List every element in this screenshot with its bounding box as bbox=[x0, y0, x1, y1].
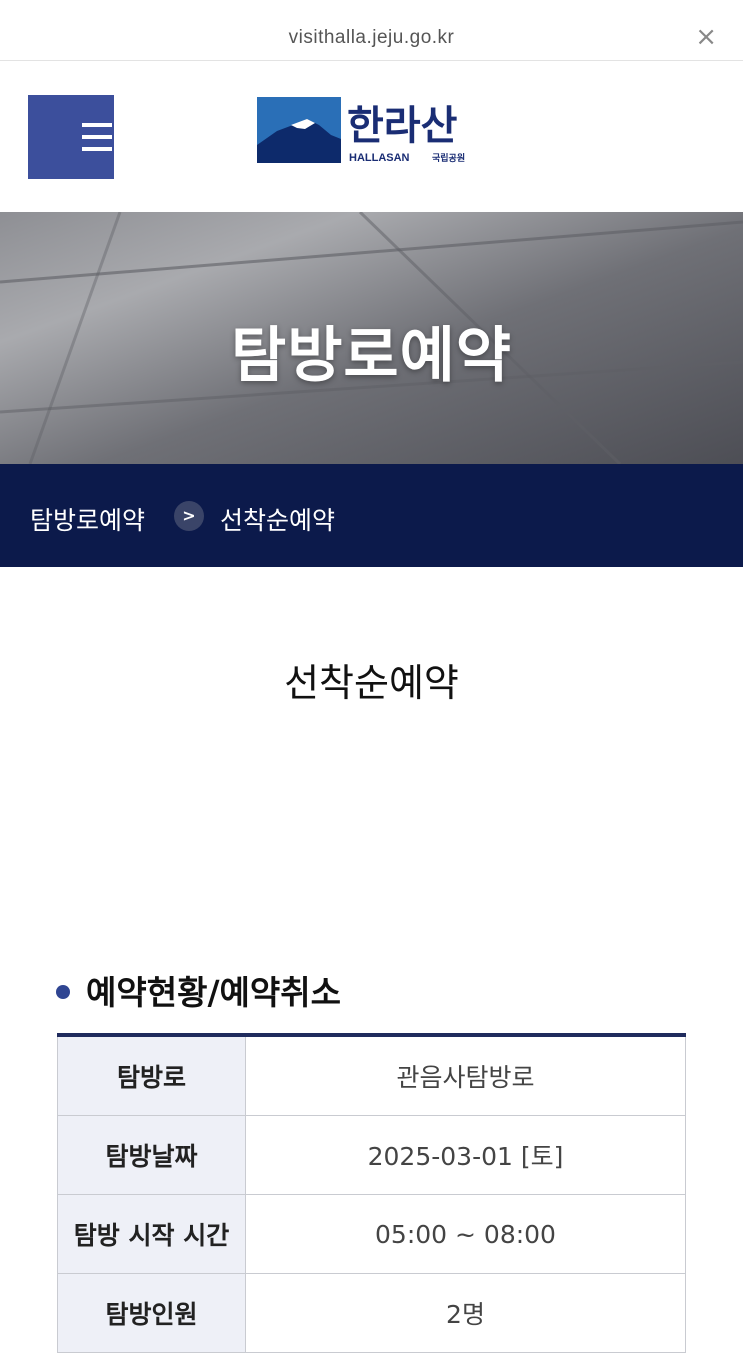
close-icon[interactable]: × bbox=[695, 22, 717, 52]
hamburger-menu-icon[interactable] bbox=[28, 95, 114, 179]
bullet-dot-icon bbox=[56, 984, 70, 999]
row-value: 2명 bbox=[245, 1273, 686, 1353]
row-value: 05:00 ~ 08:00 bbox=[245, 1194, 686, 1274]
logo-sub-text: 국립공원 bbox=[432, 152, 465, 164]
table-row: 탐방로 관음사탐방로 bbox=[57, 1034, 686, 1116]
breadcrumb-item-first-come[interactable]: 선착순예약 bbox=[220, 501, 335, 537]
row-label: 탐방 시작 시간 bbox=[57, 1194, 246, 1274]
row-label: 탐방로 bbox=[57, 1034, 246, 1116]
url-text[interactable]: visithalla.jeju.go.kr bbox=[0, 27, 743, 49]
hero-title: 탐방로예약 bbox=[231, 321, 512, 391]
table-row: 탐방 시작 시간 05:00 ~ 08:00 bbox=[57, 1194, 686, 1274]
logo-english-text: HALLASAN bbox=[349, 152, 410, 164]
hero-banner: 탐방로예약 bbox=[0, 212, 743, 464]
row-label: 탐방인원 bbox=[57, 1273, 246, 1353]
page-title: 선착순예약 bbox=[284, 661, 459, 705]
reservation-table: 탐방로 관음사탐방로 탐방날짜 2025-03-01 [토] 탐방 시작 시간 … bbox=[57, 1033, 686, 1353]
row-value: 관음사탐방로 bbox=[245, 1034, 686, 1116]
browser-url-bar: visithalla.jeju.go.kr × bbox=[0, 0, 743, 61]
section-heading-text: 예약현황/예약취소 bbox=[86, 973, 341, 1012]
hallasan-logo[interactable]: 한라산 HALLASAN 국립공원 bbox=[257, 95, 489, 167]
table-row: 탐방날짜 2025-03-01 [토] bbox=[57, 1115, 686, 1195]
table-row: 탐방인원 2명 bbox=[57, 1273, 686, 1353]
row-value: 2025-03-01 [토] bbox=[245, 1115, 686, 1195]
mountain-logo-icon: 한라산 HALLASAN 국립공원 bbox=[257, 97, 465, 164]
section-heading: 예약현황/예약취소 bbox=[56, 966, 341, 1014]
breadcrumb: 탐방로예약 > 선착순예약 bbox=[0, 464, 743, 567]
breadcrumb-item-trail-reservation[interactable]: 탐방로예약 bbox=[30, 501, 145, 537]
logo-korean-text: 한라산 bbox=[347, 103, 458, 149]
chevron-right-icon: > bbox=[174, 501, 204, 531]
row-label: 탐방날짜 bbox=[57, 1115, 246, 1195]
site-header: 한라산 HALLASAN 국립공원 bbox=[0, 61, 743, 212]
